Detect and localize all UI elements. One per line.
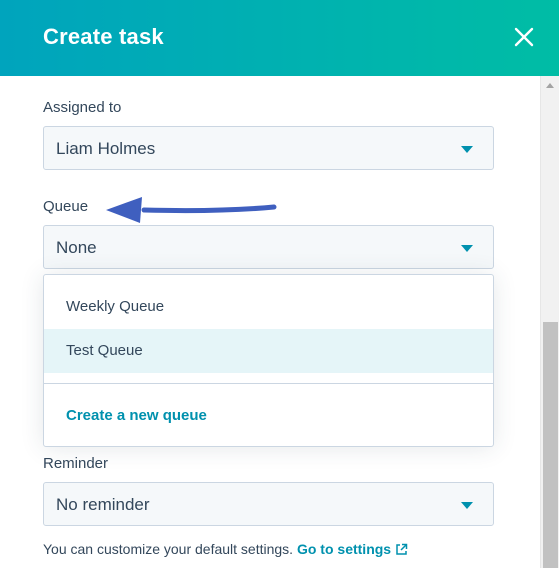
scrollbar-thumb[interactable] [543,322,558,568]
queue-option-label: Weekly Queue [66,298,165,315]
reminder-label: Reminder [43,455,109,472]
external-link-icon [396,543,408,555]
settings-hint-text: You can customize your default settings. [43,541,294,557]
queue-option-label: Test Queue [66,342,143,359]
assigned-to-label: Assigned to [43,99,122,116]
queue-option-weekly[interactable]: Weekly Queue [44,285,493,329]
close-button[interactable] [506,20,542,56]
go-to-settings-link[interactable]: Go to settings [297,541,408,557]
settings-hint: You can customize your default settings.… [43,541,408,557]
assigned-to-value: Liam Holmes [56,139,156,158]
modal-header: Create task [0,0,559,76]
chevron-down-icon [461,245,473,252]
chevron-down-icon [461,502,473,509]
assigned-to-select[interactable]: Liam Holmes [43,126,494,170]
scroll-up-icon[interactable] [546,83,554,88]
queue-option-test[interactable]: Test Queue [44,329,493,373]
go-to-settings-label: Go to settings [296,541,392,557]
chevron-down-icon [461,146,473,153]
dropdown-divider [44,383,493,384]
close-icon [514,27,534,47]
queue-value: None [56,238,97,257]
create-queue-link[interactable]: Create a new queue [66,407,207,424]
reminder-value: No reminder [56,495,150,514]
scrollbar[interactable] [540,76,559,568]
annotation-arrow-icon [106,197,277,223]
queue-label: Queue [43,198,89,215]
queue-dropdown-menu: Weekly Queue Test Queue Create a new que… [43,274,494,447]
reminder-select[interactable]: No reminder [43,482,494,526]
modal-title: Create task [43,24,164,49]
